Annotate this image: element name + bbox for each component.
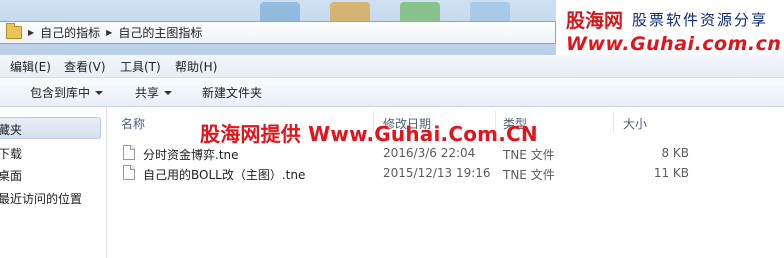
chevron-down-icon (95, 91, 104, 95)
menu-tools[interactable]: 工具(T) (120, 58, 161, 75)
navigation-pane: 藏夹 下载 桌面 最近访问的位置 (0, 107, 107, 258)
badge-tagline: 股票软件资源分享 (632, 11, 769, 29)
address-bar[interactable]: ▶ 自己的指标 ▶ 自己的主图指标 (0, 21, 556, 44)
column-header-size[interactable]: 大小 (623, 115, 647, 132)
breadcrumb-item[interactable]: 自己的指标 (40, 24, 100, 41)
file-size: 8 KB (661, 146, 689, 160)
chevron-down-icon (164, 91, 173, 95)
breadcrumb-item-current[interactable]: 自己的主图指标 (118, 24, 202, 41)
file-name: 分时资金博弈.tne (143, 148, 239, 162)
chevron-right-icon[interactable]: ▶ (106, 28, 112, 37)
overlay-watermark-text: 股海网提供 Www.Guhai.Com.CN (200, 122, 538, 146)
column-divider[interactable] (613, 111, 614, 133)
folder-icon (6, 23, 22, 39)
badge-logo: 股海网 (566, 10, 624, 32)
nav-item-favorites[interactable]: 藏夹 (0, 121, 22, 138)
share-label: 共享 (135, 86, 160, 100)
site-watermark-badge: 股海网 股票软件资源分享 Www.Guhai.com.cn (556, 0, 784, 62)
file-row[interactable]: 自己用的BOLL改（主图）.tne 2015/12/13 19:16 TNE 文… (123, 164, 713, 184)
file-name: 自己用的BOLL改（主图）.tne (143, 168, 306, 182)
file-size: 11 KB (653, 166, 689, 180)
nav-item-downloads[interactable]: 下载 (0, 145, 22, 162)
file-icon (123, 145, 135, 160)
menu-help[interactable]: 帮助(H) (175, 58, 217, 75)
file-icon (123, 165, 135, 180)
menu-edit[interactable]: 编辑(E) (10, 58, 51, 75)
new-folder-button[interactable]: 新建文件夹 (202, 84, 262, 101)
include-in-library-button[interactable]: 包含到库中 (30, 84, 104, 101)
badge-url: Www.Guhai.com.cn (566, 33, 782, 55)
file-row[interactable]: 分时资金博弈.tne 2016/3/6 22:04 TNE 文件 8 KB (123, 144, 713, 164)
column-header-name[interactable]: 名称 (121, 115, 145, 132)
share-button[interactable]: 共享 (135, 84, 173, 101)
nav-item-recent-places[interactable]: 最近访问的位置 (0, 190, 82, 207)
file-type: TNE 文件 (503, 168, 555, 182)
menu-view[interactable]: 查看(V) (64, 58, 106, 75)
chevron-right-icon[interactable]: ▶ (28, 28, 34, 37)
file-date: 2015/12/13 19:16 (383, 166, 491, 180)
nav-item-desktop[interactable]: 桌面 (0, 167, 22, 184)
file-type: TNE 文件 (503, 148, 555, 162)
command-toolbar: 包含到库中 共享 新建文件夹 (0, 78, 784, 107)
menu-bar: 编辑(E) 查看(V) 工具(T) 帮助(H) (0, 55, 784, 78)
file-date: 2016/3/6 22:04 (383, 146, 476, 160)
include-in-library-label: 包含到库中 (30, 86, 91, 100)
